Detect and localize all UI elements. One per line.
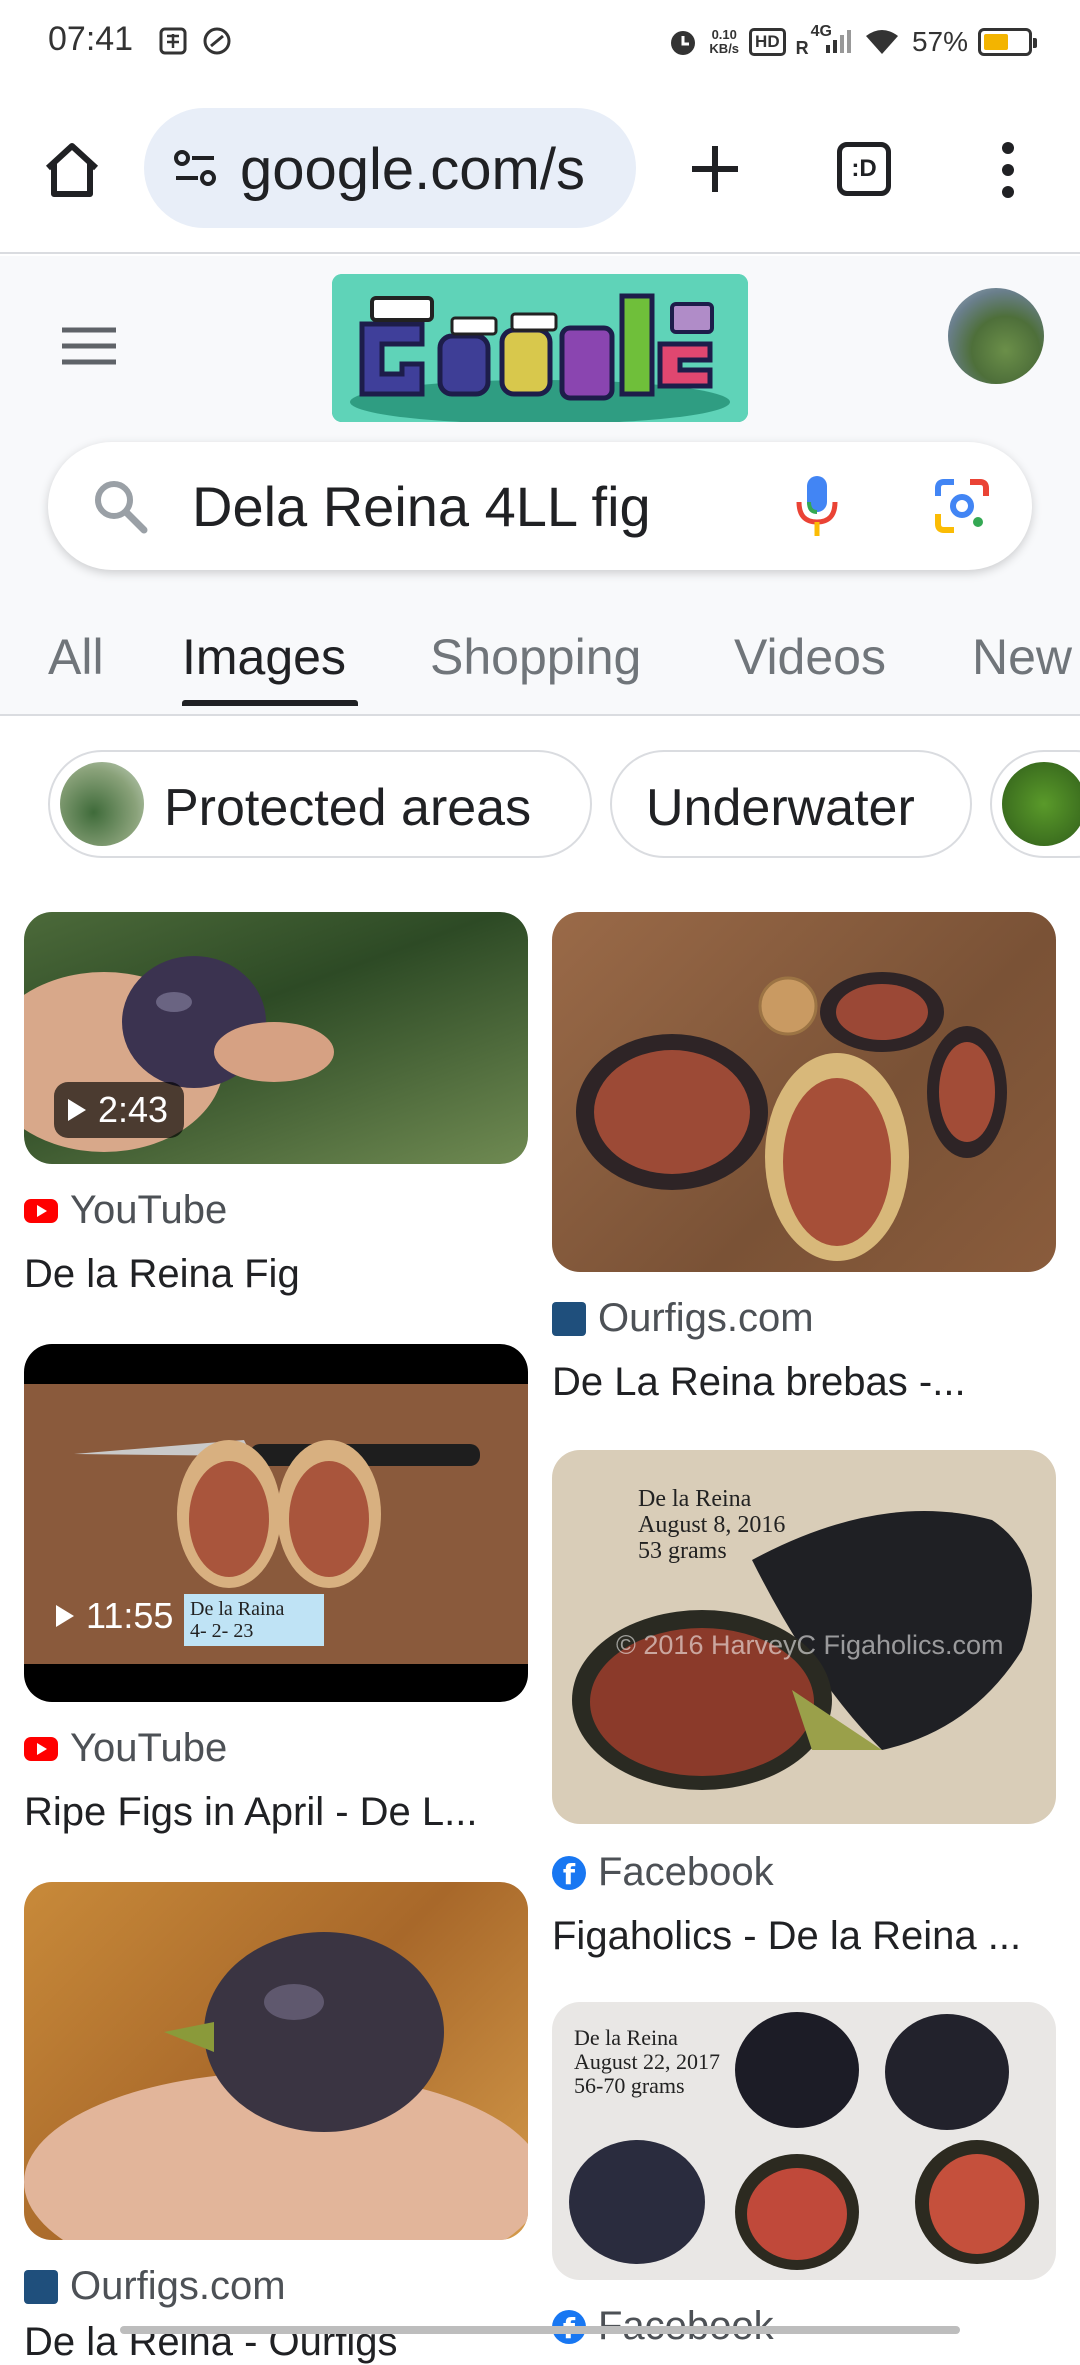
account-avatar[interactable] — [948, 288, 1044, 384]
facebook-icon: f — [552, 1855, 586, 1891]
network-speed: 0.10 KB/s — [709, 27, 740, 56]
notification-icon — [159, 27, 187, 55]
address-bar[interactable]: google.com/s — [144, 108, 636, 228]
result-source[interactable]: Ourfigs.com — [552, 1296, 814, 1341]
figs-with-knife-image — [24, 1384, 528, 1664]
battery-icon — [978, 28, 1037, 56]
result-title[interactable]: De la Reina Fig — [24, 1252, 528, 1297]
mic-icon[interactable] — [792, 472, 842, 542]
filter-chips: Protected areas Underwater — [0, 718, 1080, 888]
tab-news[interactable]: New — [972, 628, 1072, 686]
roaming-indicator: R — [795, 37, 809, 58]
google-doodle[interactable] — [332, 274, 748, 422]
status-time: 07:41 — [48, 20, 134, 58]
search-query[interactable]: Dela Reina 4LL fig — [192, 474, 651, 539]
result-image[interactable] — [24, 1882, 528, 2240]
youtube-icon — [24, 1736, 58, 1761]
url-text[interactable]: google.com/s — [240, 136, 585, 203]
chip-underwater[interactable]: Underwater — [610, 750, 972, 858]
more-icon[interactable] — [996, 140, 1020, 200]
result-source[interactable]: fFacebook — [552, 1850, 774, 1895]
new-tab-icon[interactable] — [688, 142, 742, 196]
search-tabs: All Images Shopping Videos New — [0, 600, 1080, 716]
result-source[interactable]: Ourfigs.com — [24, 2264, 286, 2309]
search-box[interactable]: Dela Reina 4LL fig — [48, 442, 1032, 570]
scrollbar[interactable] — [120, 2326, 960, 2334]
chip-protected-areas[interactable]: Protected areas — [48, 750, 592, 858]
play-icon — [56, 1605, 74, 1627]
alarm-icon — [671, 31, 696, 55]
tab-images[interactable]: Images — [182, 628, 346, 686]
image-label-text: De la Reina August 22, 2017 56-70 grams — [574, 2025, 721, 2098]
result-image[interactable] — [552, 912, 1056, 1272]
tab-videos[interactable]: Videos — [734, 628, 886, 686]
network-type: 4G — [810, 23, 832, 40]
result-source[interactable]: YouTube — [24, 1188, 227, 1233]
result-image[interactable]: De la Reina August 8, 2016 53 grams © 20… — [552, 1450, 1056, 1824]
result-title[interactable]: De La Reina brebas -... — [552, 1360, 1056, 1405]
status-bar: 07:41 0.10 KB/s HD R 4G 57% — [0, 0, 1080, 84]
tab-shopping[interactable]: Shopping — [430, 628, 641, 686]
lens-icon[interactable] — [932, 476, 992, 536]
result-source[interactable]: YouTube — [24, 1726, 227, 1771]
tab-switcher-button[interactable]: :D — [837, 142, 891, 196]
image-watermark: © 2016 HarveyC Figaholics.com — [616, 1630, 1004, 1660]
result-title[interactable]: Ripe Figs in April - De L... — [24, 1790, 528, 1835]
wifi-icon — [865, 30, 898, 54]
battery-percent: 57% — [911, 26, 968, 57]
chip-thumbnail — [60, 762, 144, 846]
result-image[interactable]: 2:43 — [24, 912, 528, 1164]
tab-all[interactable]: All — [48, 628, 104, 686]
chip-label: Protected areas — [164, 779, 532, 837]
ourfigs-icon — [24, 2269, 58, 2304]
chip-partial[interactable] — [990, 750, 1080, 858]
app-notification-icon — [203, 27, 231, 55]
chip-thumbnail — [1002, 762, 1080, 846]
video-duration: 2:43 — [54, 1082, 185, 1138]
image-label-text: De la Reina August 8, 2016 53 grams — [638, 1486, 786, 1564]
menu-icon[interactable] — [60, 326, 118, 366]
site-info-icon[interactable] — [170, 144, 220, 194]
search-icon — [95, 481, 148, 534]
home-icon[interactable] — [40, 138, 104, 202]
image-label-text: De la Raina 4- 2- 23 — [190, 1598, 285, 1642]
result-image[interactable]: De la Reina August 22, 2017 56-70 grams — [552, 2002, 1056, 2280]
chip-label: Underwater — [646, 779, 915, 837]
doodle-logo-image — [332, 274, 748, 422]
video-duration: 11:55 — [54, 1588, 189, 1644]
hd-badge: HD — [749, 28, 786, 56]
result-image[interactable]: De la Raina 4- 2- 23 11:55 — [24, 1344, 528, 1702]
play-icon — [68, 1099, 86, 1121]
result-title[interactable]: Figaholics - De la Reina ... — [552, 1914, 1056, 1959]
google-header: Dela Reina 4LL fig All Images Shopping V… — [0, 256, 1080, 716]
youtube-icon — [24, 1198, 58, 1223]
ourfigs-icon — [552, 1301, 586, 1336]
browser-toolbar: google.com/s :D — [0, 84, 1080, 254]
cut-figs-image — [576, 972, 1007, 1261]
fig-in-palm-image — [24, 1932, 528, 2240]
active-tab-indicator — [182, 700, 358, 706]
